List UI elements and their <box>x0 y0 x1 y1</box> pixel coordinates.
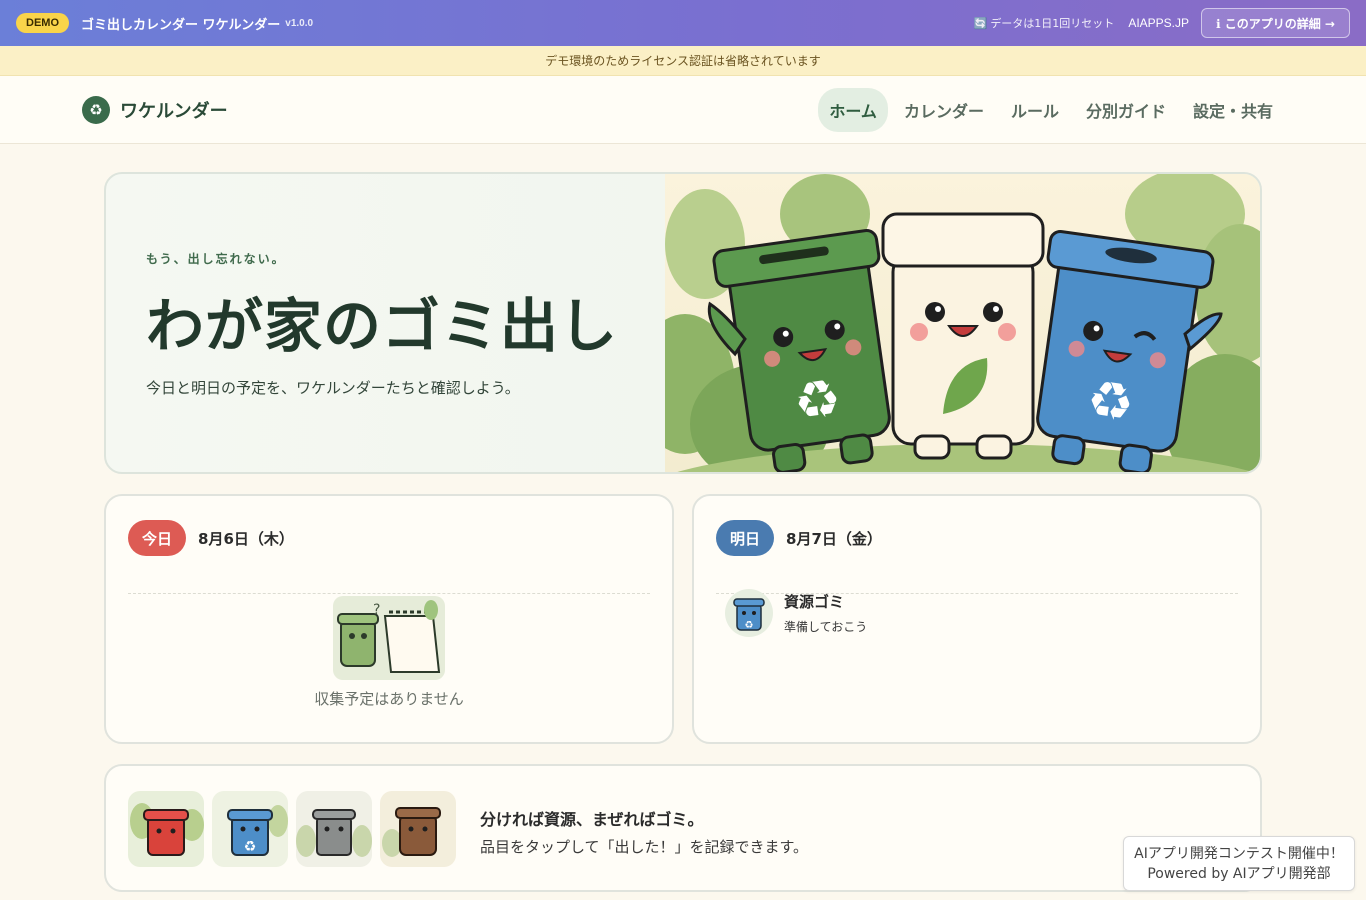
today-pill: 今日 <box>128 520 187 556</box>
hero-subtitle: 今日と明日の予定を、ワケルンダーたちと確認しよう。 <box>146 379 520 397</box>
empty-message: 収集予定はありません <box>314 690 464 708</box>
tip-title: 分ければ資源、まぜればゴミ。 <box>480 810 704 829</box>
gray-bin-icon[interactable] <box>296 791 372 867</box>
svg-text:?: ? <box>373 602 380 618</box>
empty-calendar-illustration: ? <box>333 596 445 680</box>
sorting-tip-card: ♻ 分ければ資源、まぜればゴミ。 品目をタップして「出した！」を記録できます。 <box>104 764 1262 892</box>
item-name: 資源ゴミ <box>784 593 845 611</box>
nav-link-guide[interactable]: 分別ガイド <box>1075 88 1177 132</box>
collection-item[interactable]: ♻ 資源ゴミ 準備しておこう <box>724 588 867 638</box>
svg-text:♻: ♻ <box>790 368 845 434</box>
hero-title: わが家のゴミ出し <box>146 292 619 360</box>
site-link[interactable]: AIAPPS.JP <box>1128 16 1189 30</box>
today-date: 8月6日（木） <box>198 529 294 548</box>
contest-line1: AIアプリ開発コンテスト開催中！ <box>1134 846 1344 862</box>
today-card: 今日 8月6日（木） ? 収集予定はありません <box>104 494 674 744</box>
demo-badge: DEMO <box>16 13 69 33</box>
brand-name: ワケルンダー <box>120 100 228 122</box>
brown-bin-icon[interactable] <box>380 791 456 867</box>
brand[interactable]: ♻ ワケルンダー <box>82 95 228 124</box>
item-note: 準備しておこう <box>784 620 868 634</box>
hero-bin-characters-illustration: ♻ ♻ <box>665 174 1260 472</box>
demo-topbar: DEMO ゴミ出しカレンダー ワケルンダー v1.0.0 🔄 データは1日1回リセ… <box>0 0 1366 46</box>
tomorrow-card: 明日 8月7日（金） ♻ 資源ゴミ 準備しておこう <box>692 494 1262 744</box>
main-nav: ♻ ワケルンダー ホーム カレンダー ルール 分別ガイド 設定・共有 <box>0 76 1366 144</box>
reset-note: 🔄 データは1日1回リセット <box>973 17 1115 30</box>
app-version: v1.0.0 <box>285 17 314 29</box>
license-notice: デモ環境のためライセンス認証は省略されています <box>0 46 1366 76</box>
contest-badge[interactable]: AIアプリ開発コンテスト開催中！ Powered by AIアプリ開発部 <box>1123 836 1355 891</box>
app-title: ゴミ出しカレンダー ワケルンダー <box>81 17 281 33</box>
tip-subtitle: 品目をタップして「出した！」を記録できます。 <box>480 838 809 856</box>
svg-text:♻: ♻ <box>745 620 754 631</box>
blue-bin-icon: ♻ <box>725 589 773 637</box>
hero-eyebrow: もう、出し忘れない。 <box>146 252 286 266</box>
hero-banner: もう、出し忘れない。 わが家のゴミ出し 今日と明日の予定を、ワケルンダーたちと確… <box>104 172 1262 474</box>
tomorrow-date: 8月7日（金） <box>786 529 882 548</box>
app-detail-button[interactable]: ℹ このアプリの詳細 → <box>1201 8 1350 38</box>
nav-link-settings[interactable]: 設定・共有 <box>1182 88 1284 132</box>
red-bin-icon[interactable] <box>128 791 204 867</box>
recycle-logo-icon: ♻ <box>82 95 110 124</box>
contest-line2: Powered by AIアプリ開発部 <box>1147 866 1331 882</box>
svg-text:♻: ♻ <box>1083 369 1138 435</box>
nav-link-rules[interactable]: ルール <box>1000 88 1070 132</box>
tomorrow-pill: 明日 <box>716 520 775 556</box>
nav-link-calendar[interactable]: カレンダー <box>893 88 995 132</box>
blue-recycle-bin-icon[interactable]: ♻ <box>212 791 288 867</box>
refresh-icon: 🔄 <box>973 17 988 30</box>
nav-link-home[interactable]: ホーム <box>818 87 888 132</box>
empty-state: ? 収集予定はありません <box>106 596 672 709</box>
svg-text:♻: ♻ <box>244 839 257 855</box>
